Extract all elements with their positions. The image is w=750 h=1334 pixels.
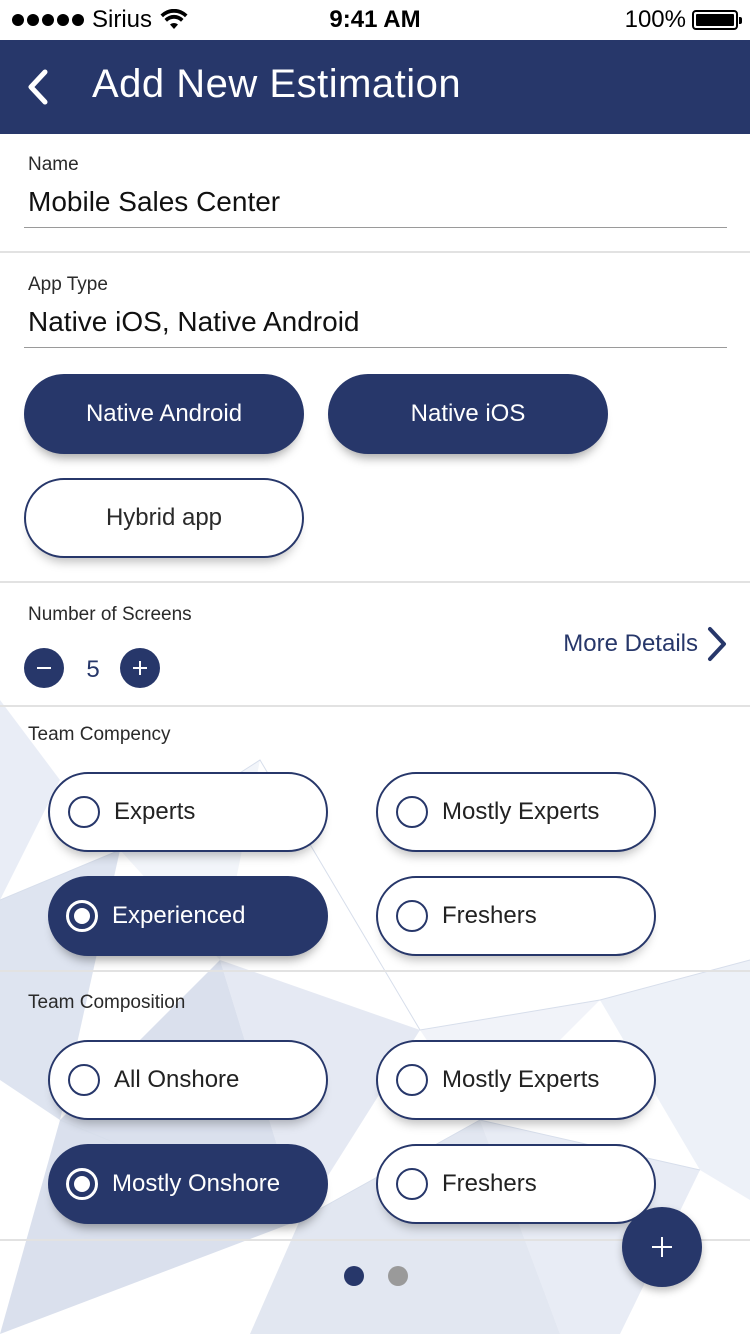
option-label: Mostly Experts [442,1066,600,1093]
more-details-label: More Details [563,630,698,657]
decrement-button[interactable] [24,648,64,688]
section-divider [0,581,750,583]
composition-option-freshers[interactable]: Freshers [376,1144,656,1224]
app-type-input-underline [24,347,727,348]
plus-icon [652,1237,672,1257]
team-composition-label: Team Composition [28,992,186,1013]
name-input[interactable]: Mobile Sales Center [28,186,280,218]
screens-count: 5 [86,656,100,683]
plus-icon [133,661,147,675]
name-input-underline [24,227,727,228]
radio-checked-icon [66,1168,98,1200]
section-divider [0,251,750,253]
battery-icon [692,10,742,30]
option-label: All Onshore [114,1066,240,1093]
more-details-link[interactable]: More Details [563,626,728,662]
minus-icon [37,667,51,669]
chevron-right-icon [708,627,726,661]
competency-option-experienced[interactable]: Experienced [48,876,328,956]
name-label: Name [28,154,79,175]
battery-percentage: 100% [624,6,686,33]
section-divider [0,705,750,707]
app-type-input[interactable]: Native iOS, Native Android [28,306,360,338]
composition-option-all-onshore[interactable]: All Onshore [48,1040,328,1120]
option-label: Mostly Onshore [112,1170,281,1197]
page-indicator-inactive[interactable] [388,1266,408,1286]
competency-option-experts[interactable]: Experts [48,772,328,852]
add-button[interactable] [622,1207,702,1287]
increment-button[interactable] [120,648,160,688]
option-label: Mostly Experts [442,798,600,825]
page-title: Add New Estimation [92,62,462,106]
team-competency-label: Team Compency [28,724,171,745]
navigation-bar: Add New Estimation [0,40,750,134]
option-label: Freshers [442,902,537,929]
composition-option-mostly-onshore[interactable]: Mostly Onshore [48,1144,328,1224]
competency-option-freshers[interactable]: Freshers [376,876,656,956]
option-label: Experts [114,798,196,825]
radio-unchecked-icon [396,796,428,828]
radio-unchecked-icon [68,1064,100,1096]
screens-label: Number of Screens [28,604,192,625]
radio-unchecked-icon [68,796,100,828]
radio-unchecked-icon [396,900,428,932]
status-bar: Sirius 9:41 AM 100% [0,0,750,40]
option-label: Freshers [442,1170,537,1197]
competency-option-mostly-experts[interactable]: Mostly Experts [376,772,656,852]
radio-unchecked-icon [396,1064,428,1096]
app-type-label: App Type [28,274,108,295]
composition-option-mostly-experts[interactable]: Mostly Experts [376,1040,656,1120]
radio-unchecked-icon [396,1168,428,1200]
hybrid-app-button[interactable]: Hybrid app [24,478,304,558]
option-label: Experienced [112,902,246,929]
section-divider [0,970,750,972]
status-right: 100% [624,6,742,34]
page-indicator-active[interactable] [344,1266,364,1286]
radio-checked-icon [66,900,98,932]
back-button[interactable] [18,62,58,112]
chevron-left-icon [28,69,48,105]
native-ios-button[interactable]: Native iOS [328,374,608,454]
native-android-button[interactable]: Native Android [24,374,304,454]
